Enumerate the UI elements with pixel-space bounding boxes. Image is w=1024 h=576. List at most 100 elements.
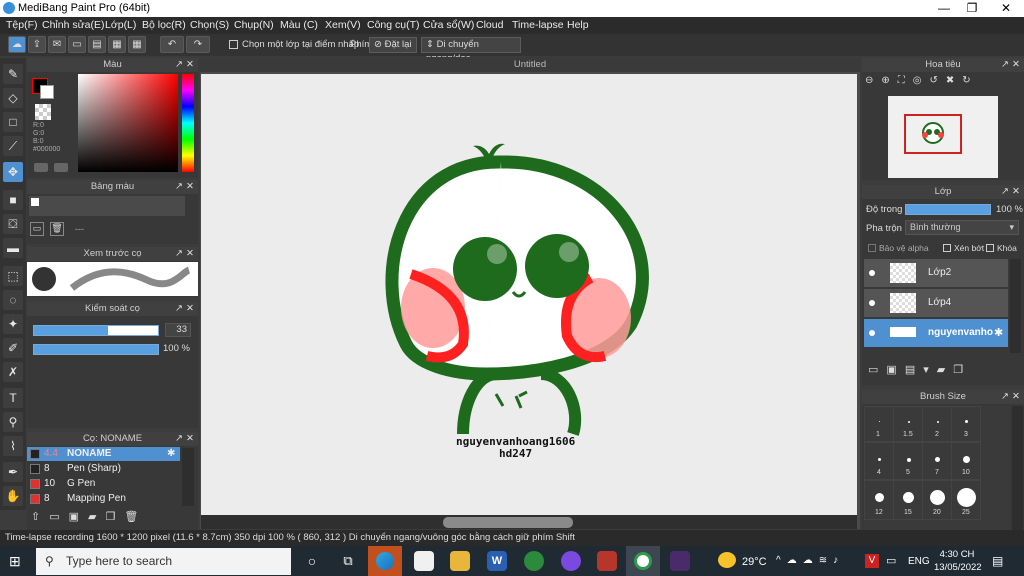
popout-icon[interactable]: ↗ (1001, 58, 1009, 72)
cloud-icon[interactable]: ☁ (8, 36, 26, 53)
volume-icon[interactable]: ♪ (833, 555, 844, 566)
close-icon[interactable]: ✕ (986, 0, 1024, 17)
popout-icon[interactable]: ↗ (1001, 185, 1009, 199)
app-icon-green[interactable] (524, 551, 544, 571)
hand-tool-icon[interactable]: ✋ (3, 486, 23, 506)
medibang-taskbar-button[interactable] (626, 546, 660, 576)
close-icon[interactable]: ✕ (1012, 185, 1020, 199)
weather-icon[interactable] (718, 552, 736, 568)
zoom-out-icon[interactable]: ⊖ (865, 75, 881, 86)
clock[interactable]: 4:30 CH 13/05/2022 (934, 548, 982, 574)
new-layer-icon[interactable]: ▭ (868, 364, 886, 376)
pen-tool-icon[interactable]: ✒ (3, 462, 23, 482)
fit-icon[interactable]: ⛶ (898, 75, 913, 86)
brush-size-cell[interactable]: 1.5 (893, 406, 923, 442)
close-icon[interactable]: ✕ (186, 432, 194, 446)
brush-size-cell[interactable]: 25 (951, 480, 981, 520)
lock-checkbox[interactable] (986, 244, 994, 252)
layer-row-selected[interactable]: nguyenvanho ✱ (864, 319, 1008, 347)
menu-tools[interactable]: Công cụ(T) (367, 19, 420, 31)
document-tab[interactable]: Untitled (200, 57, 860, 72)
move-hv-button[interactable]: ⇕ Di chuyển ngang/dọc (421, 37, 521, 64)
brush-list-scrollbar[interactable] (182, 448, 194, 506)
new-layer-2-icon[interactable]: ▣ (886, 364, 904, 376)
select-tool-icon[interactable]: ⬚ (3, 266, 23, 286)
popout-icon[interactable]: ↗ (175, 432, 183, 446)
hue-slider[interactable] (182, 74, 194, 172)
wifi-icon[interactable]: ≋ (819, 555, 833, 566)
eyedropper-tool-icon[interactable]: ⌇ (3, 436, 23, 456)
brush-size-cell[interactable]: 15 (893, 480, 923, 520)
menu-edit[interactable]: Chỉnh sửa(E) (42, 19, 104, 31)
brush-size-cell[interactable]: 20 (922, 480, 952, 520)
navigator-thumbnail[interactable] (888, 96, 998, 178)
word-icon[interactable]: W (487, 551, 507, 571)
delete-brush-icon[interactable]: 🗑 (124, 511, 147, 523)
menu-file[interactable]: Tệp(F) (6, 19, 38, 31)
actual-size-icon[interactable]: ◎ (913, 75, 930, 86)
folder-icon[interactable]: ▰ (88, 511, 105, 523)
protect-alpha-checkbox[interactable] (868, 244, 876, 252)
layer-row[interactable]: Lớp2 (864, 259, 1008, 287)
new-palette-icon[interactable]: ▭ (30, 222, 44, 236)
popout-icon[interactable]: ↗ (1001, 390, 1009, 404)
color-mode-button-2[interactable] (54, 163, 68, 172)
select-layer-checkbox[interactable] (229, 40, 238, 49)
brush-size-slider[interactable] (33, 325, 159, 336)
layer-row[interactable]: Lớp4 (864, 289, 1008, 317)
popout-icon[interactable]: ↗ (175, 247, 183, 261)
rect-tool-icon[interactable]: □ (3, 112, 23, 132)
layer-opacity-slider[interactable] (905, 204, 991, 215)
brush-size-value[interactable]: 33 (165, 323, 191, 337)
color-picker-square[interactable] (78, 74, 178, 172)
brush-item[interactable]: 10 G Pen (27, 477, 180, 491)
battery-icon[interactable]: ▭ (886, 554, 896, 567)
taskbar-search[interactable]: ⚲ Type here to search (36, 548, 291, 575)
rotate-right-icon[interactable]: ↻ (962, 75, 978, 86)
task-view-icon[interactable]: ⧉ (338, 551, 358, 571)
add-layer-icon[interactable]: ▾ (923, 364, 937, 376)
select-pen-icon[interactable]: ✐ (3, 338, 23, 358)
brush-size-cell[interactable]: 1 (864, 406, 894, 442)
horizontal-scroll-thumb[interactable] (443, 517, 573, 528)
background-color-swatch[interactable] (40, 85, 54, 99)
popout-icon[interactable]: ↗ (175, 302, 183, 316)
chevron-up-icon[interactable]: ^ (776, 555, 787, 566)
cloud-icon[interactable]: ☁ (803, 555, 819, 566)
close-icon[interactable]: ✕ (186, 58, 194, 72)
duplicate-icon[interactable]: ❐ (953, 364, 971, 376)
brush-item[interactable]: 8 Mapping Pen (27, 492, 180, 506)
brush-size-cell[interactable]: 10 (951, 442, 981, 480)
close-icon[interactable]: ✕ (1012, 390, 1020, 404)
file-explorer-icon[interactable] (450, 551, 470, 571)
edge-taskbar-button[interactable] (368, 546, 402, 576)
redo-icon[interactable]: ↷ (186, 36, 210, 53)
rotate-left-icon[interactable]: ↺ (930, 75, 946, 86)
duplicate-icon[interactable]: ❐ (106, 511, 125, 523)
brush-size-cell[interactable]: 5 (893, 442, 923, 480)
eye-icon[interactable] (869, 300, 875, 306)
cortana-icon[interactable]: ○ (302, 551, 322, 571)
divide-tool-icon[interactable]: ⚲ (3, 412, 23, 432)
gear-icon[interactable]: ✱ (994, 326, 1003, 339)
brush-opacity-slider[interactable] (33, 344, 159, 355)
menu-view[interactable]: Xem(V) (325, 19, 361, 31)
line-tool-icon[interactable]: ⟋ (3, 136, 23, 156)
color-mode-button[interactable] (34, 163, 48, 172)
menu-color[interactable]: Màu (C) (280, 19, 318, 31)
windows-start-icon[interactable]: ⊞ (9, 553, 25, 569)
eye-icon[interactable] (869, 330, 875, 336)
close-icon[interactable]: ✕ (186, 180, 194, 194)
menu-window[interactable]: Cửa sổ(W) (423, 19, 474, 31)
menu-capture[interactable]: Chụp(N) (234, 19, 274, 31)
fill-rect-tool-icon[interactable]: ■ (3, 190, 23, 210)
popout-icon[interactable]: ↗ (175, 58, 183, 72)
popout-icon[interactable]: ↗ (175, 180, 183, 194)
palette-white-swatch[interactable] (31, 198, 39, 206)
drawing-canvas[interactable]: nguyenvanhoang1606 hd247 (201, 74, 857, 515)
menu-cloud[interactable]: Cloud (476, 19, 503, 31)
share-icon[interactable]: ⇪ (28, 36, 46, 53)
move-tool-icon[interactable]: ✥ (3, 162, 23, 182)
grid-icon[interactable]: ▦ (108, 36, 126, 53)
menu-timelapse[interactable]: Time-lapse (512, 19, 564, 31)
